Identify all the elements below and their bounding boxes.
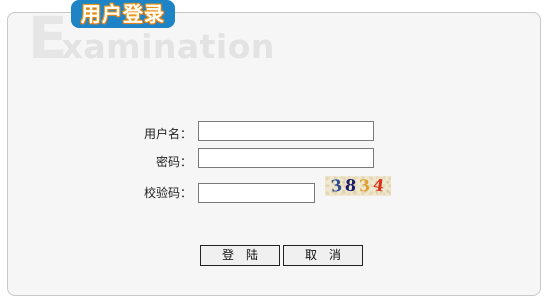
captcha-input[interactable] (198, 183, 315, 203)
password-input[interactable] (198, 148, 374, 168)
username-input[interactable] (198, 121, 374, 141)
username-label: 用户名： (143, 127, 192, 141)
captcha-char-4: 4 (372, 175, 389, 196)
captcha-image[interactable]: 3834 (325, 175, 391, 196)
login-button[interactable]: 登陆 (200, 245, 280, 266)
captcha-label: 校验码： (143, 186, 192, 200)
watermark-text: xamination (61, 27, 275, 66)
cancel-button[interactable]: 取消 (283, 245, 363, 266)
password-label: 密码： (155, 155, 192, 169)
login-title-badge: 用户登录 (71, 0, 175, 28)
